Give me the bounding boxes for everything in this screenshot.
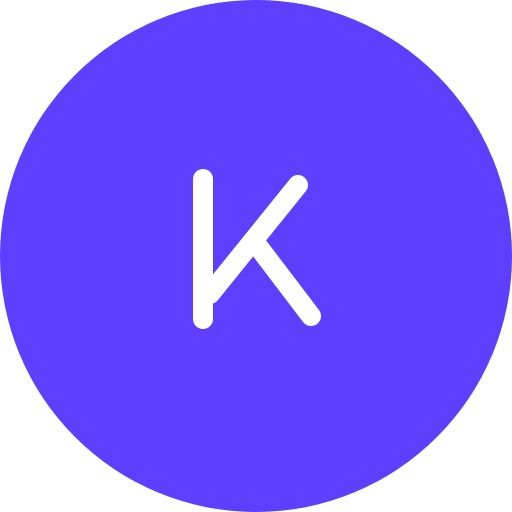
avatar-container: K <box>0 0 512 512</box>
avatar[interactable] <box>0 0 512 512</box>
